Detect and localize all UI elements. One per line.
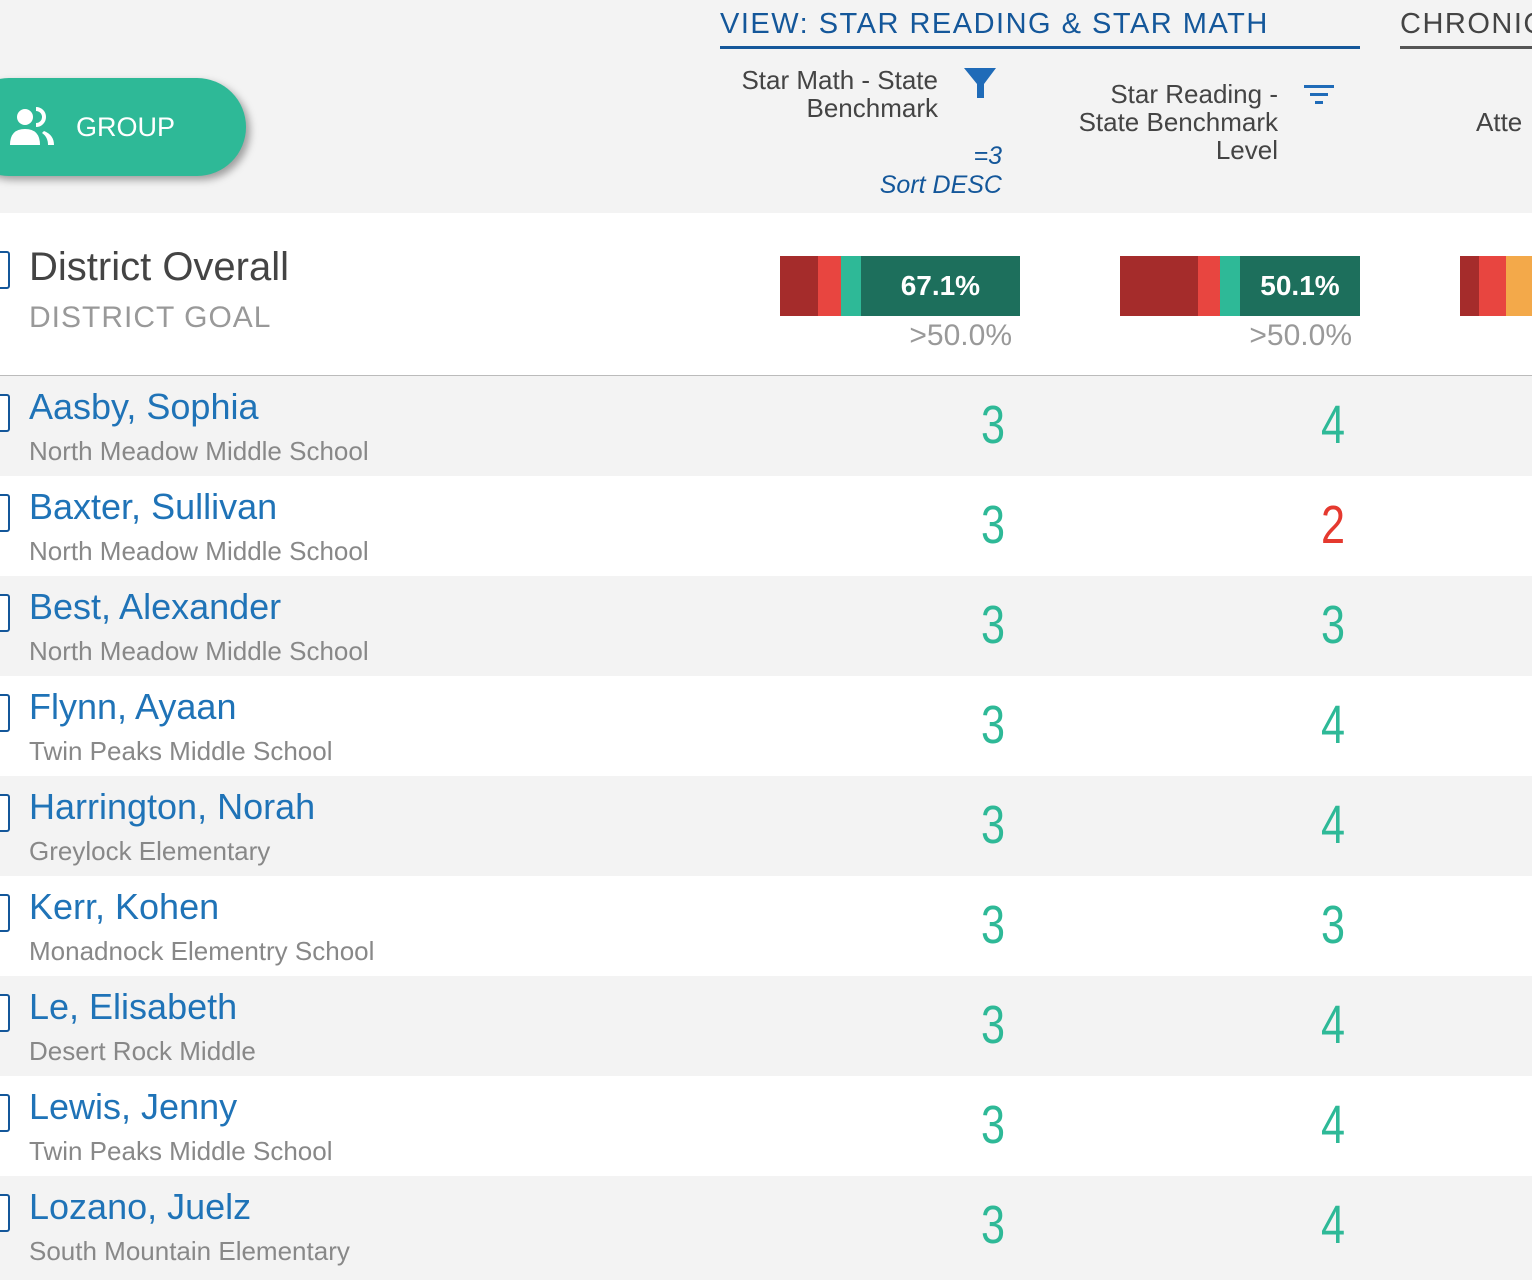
row-checkbox[interactable] xyxy=(0,251,10,289)
bar-segment xyxy=(780,256,818,316)
student-school: Twin Peaks Middle School xyxy=(29,1136,333,1166)
column-label: Level xyxy=(1215,135,1278,165)
row-checkbox[interactable] xyxy=(0,694,10,732)
users-icon xyxy=(10,107,54,145)
filter-value: =3 xyxy=(973,142,1002,170)
bar-segment xyxy=(1220,256,1240,316)
column-header-star-math[interactable]: Star Math - State Benchmark xyxy=(700,66,938,122)
student-school: Monadnock Elementry School xyxy=(29,936,375,966)
district-goal-label: DISTRICT GOAL xyxy=(29,301,272,334)
math-level: 3 xyxy=(980,695,1006,755)
row-checkbox[interactable] xyxy=(0,594,10,632)
row-checkbox[interactable] xyxy=(0,1194,10,1232)
reading-level: 4 xyxy=(1320,695,1346,755)
column-header-attendance[interactable]: Atte xyxy=(1476,108,1522,136)
math-level: 3 xyxy=(980,595,1006,655)
math-level: 3 xyxy=(980,395,1006,455)
reading-level: 4 xyxy=(1320,995,1346,1055)
reading-level: 3 xyxy=(1320,595,1346,655)
student-row: Harrington, Norah Greylock Elementary 3 … xyxy=(0,776,1532,876)
row-checkbox[interactable] xyxy=(0,894,10,932)
reading-level: 4 xyxy=(1320,795,1346,855)
student-school: North Meadow Middle School xyxy=(29,636,369,666)
reading-level: 2 xyxy=(1320,495,1346,555)
bar-value-label: 67.1% xyxy=(860,256,1020,316)
sort-direction[interactable]: Sort DESC xyxy=(860,171,1002,200)
math-level: 3 xyxy=(980,495,1006,555)
student-row: Baxter, Sullivan North Meadow Middle Sch… xyxy=(0,476,1532,576)
column-label: Star Math - State xyxy=(741,65,938,95)
math-distribution-bar[interactable]: 67.1% xyxy=(780,256,1020,316)
reading-level: 4 xyxy=(1320,395,1346,455)
bar-segment xyxy=(1506,256,1532,316)
student-school: North Meadow Middle School xyxy=(29,536,369,566)
row-checkbox[interactable] xyxy=(0,394,10,432)
row-checkbox[interactable] xyxy=(0,1094,10,1132)
student-name-link[interactable]: Flynn, Ayaan xyxy=(29,686,236,728)
student-name-link[interactable]: Aasby, Sophia xyxy=(29,386,258,428)
bar-segment xyxy=(817,256,841,316)
student-school: Desert Rock Middle xyxy=(29,1036,256,1066)
column-label: State Benchmark xyxy=(1078,107,1278,137)
student-row: Flynn, Ayaan Twin Peaks Middle School 3 … xyxy=(0,676,1532,776)
chronic-view-tab[interactable]: CHRONIC xyxy=(1400,8,1532,49)
column-label: Benchmark xyxy=(806,93,939,123)
student-row: Lozano, Juelz South Mountain Elementary … xyxy=(0,1176,1532,1276)
bar-segment xyxy=(840,256,861,316)
student-name-link[interactable]: Baxter, Sullivan xyxy=(29,486,277,528)
bar-segment xyxy=(1198,256,1221,316)
math-level: 3 xyxy=(980,995,1006,1055)
bar-segment xyxy=(1479,256,1506,316)
math-level: 3 xyxy=(980,895,1006,955)
student-row: Aasby, Sophia North Meadow Middle School… xyxy=(0,376,1532,476)
math-level: 3 xyxy=(980,1095,1006,1155)
view-selector[interactable]: VIEW: STAR READING & STAR MATH xyxy=(720,8,1360,49)
bar-segment xyxy=(1460,256,1479,316)
student-row: Best, Alexander North Meadow Middle Scho… xyxy=(0,576,1532,676)
column-header-star-reading[interactable]: Star Reading - State Benchmark Level xyxy=(1040,80,1278,164)
district-title: District Overall xyxy=(29,245,290,289)
table-header: VIEW: STAR READING & STAR MATH CHRONIC G… xyxy=(0,0,1532,213)
column-label: Star Reading - xyxy=(1110,79,1278,109)
student-name-link[interactable]: Lewis, Jenny xyxy=(29,1086,237,1128)
math-level: 3 xyxy=(980,795,1006,855)
row-checkbox[interactable] xyxy=(0,494,10,532)
student-name-link[interactable]: Kerr, Kohen xyxy=(29,886,219,928)
reading-level: 4 xyxy=(1320,1095,1346,1155)
student-row: Lewis, Jenny Twin Peaks Middle School 3 … xyxy=(0,1076,1532,1176)
filter-lines-icon[interactable] xyxy=(1304,85,1334,105)
bar-value-label: 50.1% xyxy=(1239,256,1360,316)
student-row: Le, Elisabeth Desert Rock Middle 3 4 xyxy=(0,976,1532,1076)
column-filter-status: =3 Sort DESC xyxy=(860,142,1002,200)
student-school: Greylock Elementary xyxy=(29,836,271,866)
group-button[interactable]: GROUP xyxy=(0,78,246,176)
bar-segment xyxy=(1120,256,1198,316)
reading-goal: >50.0% xyxy=(1249,319,1352,352)
row-checkbox[interactable] xyxy=(0,994,10,1032)
row-checkbox[interactable] xyxy=(0,794,10,832)
group-button-label: GROUP xyxy=(76,111,176,142)
attendance-distribution-bar[interactable] xyxy=(1460,256,1532,316)
student-name-link[interactable]: Lozano, Juelz xyxy=(29,1186,251,1228)
funnel-filled-icon[interactable] xyxy=(964,68,996,100)
district-overall-row: District Overall DISTRICT GOAL 67.1% >50… xyxy=(0,213,1532,377)
student-name-link[interactable]: Harrington, Norah xyxy=(29,786,315,828)
student-name-link[interactable]: Best, Alexander xyxy=(29,586,281,628)
reading-level: 4 xyxy=(1320,1195,1346,1255)
student-school: South Mountain Elementary xyxy=(29,1236,350,1266)
math-level: 3 xyxy=(980,1195,1006,1255)
reading-distribution-bar[interactable]: 50.1% xyxy=(1120,256,1360,316)
student-school: North Meadow Middle School xyxy=(29,436,369,466)
reading-level: 3 xyxy=(1320,895,1346,955)
student-row: Kerr, Kohen Monadnock Elementry School 3… xyxy=(0,876,1532,976)
student-school: Twin Peaks Middle School xyxy=(29,736,333,766)
student-name-link[interactable]: Le, Elisabeth xyxy=(29,986,237,1028)
math-goal: >50.0% xyxy=(909,319,1012,352)
